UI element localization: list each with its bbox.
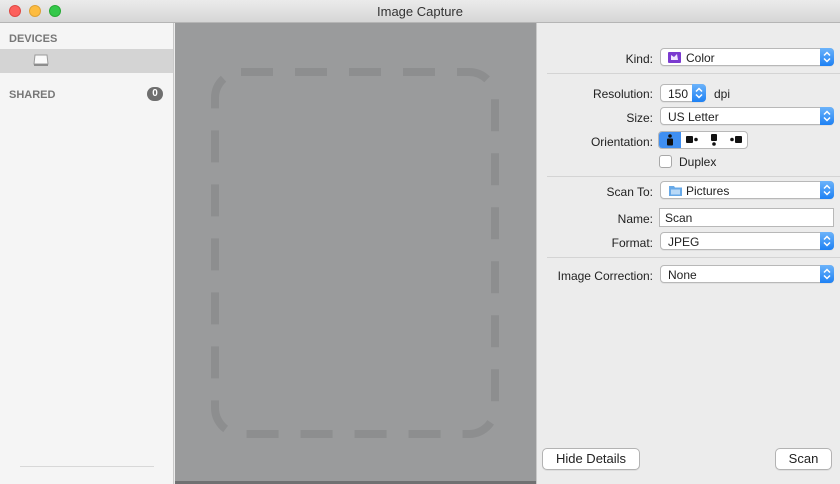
scan-to-popup[interactable]: Pictures [660,181,834,199]
resolution-value: 150 [668,87,689,101]
person-right-icon [730,136,742,143]
person-left-icon [686,136,698,143]
name-value: Scan [665,211,693,225]
sidebar-divider [20,466,154,467]
sidebar-item-scanner[interactable] [0,49,173,73]
name-label: Name: [617,212,653,226]
window-title: Image Capture [377,4,463,19]
orientation-right-option[interactable] [725,132,747,148]
kind-value: Color [686,51,715,65]
size-label: Size: [626,111,653,125]
orientation-segmented-control [658,131,748,149]
scan-to-value: Pictures [686,184,730,198]
orientation-upright-option[interactable] [659,132,681,148]
separator [547,176,840,177]
scanner-icon [33,54,49,66]
scan-to-label: Scan To: [606,185,653,199]
image-correction-popup[interactable]: None [660,265,834,283]
scan-button[interactable]: Scan [775,448,832,470]
size-value: US Letter [668,110,719,124]
devices-header: DEVICES [9,33,58,45]
shared-count-badge: 0 [147,87,163,101]
name-field[interactable]: Scan [659,208,834,227]
color-icon [668,52,681,63]
kind-label: Kind: [625,52,653,66]
orientation-left-option[interactable] [681,132,703,148]
person-upright-icon [667,134,673,146]
scan-preview-area[interactable] [175,23,536,484]
duplex-label: Duplex [679,155,717,169]
format-popup[interactable]: JPEG [660,232,834,250]
popup-arrows-icon [820,48,834,66]
scan-placeholder-frame [211,68,499,438]
separator [547,257,840,258]
popup-arrows-icon [820,107,834,125]
popup-arrows-icon [820,232,834,250]
separator [547,73,840,74]
format-label: Format: [611,236,653,250]
hide-details-button[interactable]: Hide Details [542,448,640,470]
person-inverted-icon [711,134,717,146]
size-popup[interactable]: US Letter [660,107,834,125]
shared-header: SHARED [9,89,56,101]
kind-popup[interactable]: Color [660,48,834,66]
title-bar: Image Capture [0,0,840,23]
sidebar: DEVICES SHARED 0 [0,23,174,484]
popup-arrows-icon [692,84,706,102]
popup-arrows-icon [820,181,834,199]
orientation-label: Orientation: [590,135,653,149]
popup-arrows-icon [820,265,834,283]
resolution-label: Resolution: [592,87,653,101]
format-value: JPEG [668,235,700,249]
image-correction-value: None [668,268,697,282]
scan-settings-panel: Kind: Color Resolution: 150 dpi Size: US… [536,23,840,484]
resolution-unit: dpi [714,87,731,101]
folder-icon [669,186,682,196]
image-correction-label: Image Correction: [557,269,653,283]
duplex-checkbox[interactable] [659,155,672,168]
resolution-popup[interactable]: 150 [660,84,706,102]
orientation-inverted-option[interactable] [703,132,725,148]
